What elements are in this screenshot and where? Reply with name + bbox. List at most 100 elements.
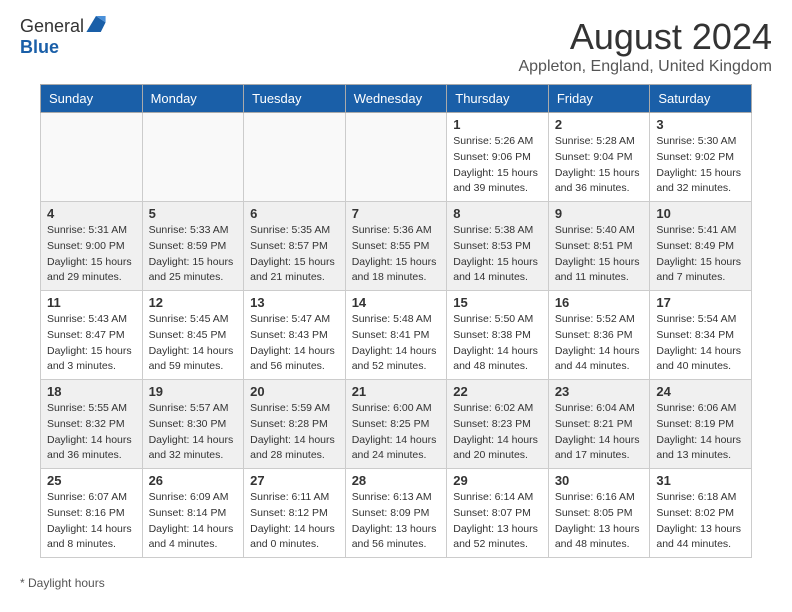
legend-text: * Daylight hours (20, 576, 105, 590)
page-header: General Blue August 2024 Appleton, Engla… (0, 0, 792, 84)
table-row: 30 Sunrise: 6:16 AM Sunset: 8:05 PM Dayli… (548, 469, 650, 558)
day-number: 26 (149, 473, 238, 488)
table-row: 23 Sunrise: 6:04 AM Sunset: 8:21 PM Dayli… (548, 380, 650, 469)
day-info: Sunrise: 5:36 AM Sunset: 8:55 PM Dayligh… (352, 223, 441, 286)
title-block: August 2024 Appleton, England, United Ki… (518, 16, 772, 76)
header-row: Sunday Monday Tuesday Wednesday Thursday… (41, 85, 752, 113)
day-number: 30 (555, 473, 644, 488)
table-row: 6 Sunrise: 5:35 AM Sunset: 8:57 PM Daylig… (244, 202, 346, 291)
day-number: 4 (47, 206, 136, 221)
day-number: 23 (555, 384, 644, 399)
day-number: 11 (47, 295, 136, 310)
day-info: Sunrise: 6:09 AM Sunset: 8:14 PM Dayligh… (149, 490, 238, 553)
table-row: 29 Sunrise: 6:14 AM Sunset: 8:07 PM Dayli… (447, 469, 549, 558)
day-info: Sunrise: 6:04 AM Sunset: 8:21 PM Dayligh… (555, 401, 644, 464)
table-row: 3Sunrise: 5:30 AM Sunset: 9:02 PM Daylig… (650, 113, 752, 202)
table-row: 5Sunrise: 5:33 AM Sunset: 8:59 PM Daylig… (142, 202, 244, 291)
day-number: 27 (250, 473, 339, 488)
col-saturday: Saturday (650, 85, 752, 113)
table-row: 22 Sunrise: 6:02 AM Sunset: 8:23 PM Dayli… (447, 380, 549, 469)
day-number: 20 (250, 384, 339, 399)
day-info: Sunrise: 6:16 AM Sunset: 8:05 PM Dayligh… (555, 490, 644, 553)
col-tuesday: Tuesday (244, 85, 346, 113)
table-row: 27Sunrise: 6:11 AM Sunset: 8:12 PM Dayli… (244, 469, 346, 558)
table-row: 19 Sunrise: 5:57 AM Sunset: 8:30 PM Dayli… (142, 380, 244, 469)
day-info: Sunrise: 5:31 AM Sunset: 9:00 PM Dayligh… (47, 223, 136, 286)
day-number: 18 (47, 384, 136, 399)
calendar-row: 11 Sunrise: 5:43 AM Sunset: 8:47 PM Dayli… (41, 291, 752, 380)
table-row: 26 Sunrise: 6:09 AM Sunset: 8:14 PM Dayli… (142, 469, 244, 558)
day-number: 12 (149, 295, 238, 310)
day-info: Sunrise: 6:07 AM Sunset: 8:16 PM Dayligh… (47, 490, 136, 553)
day-number: 2 (555, 117, 644, 132)
day-info: Sunrise: 5:41 AM Sunset: 8:49 PM Dayligh… (656, 223, 745, 286)
day-info: Sunrise: 5:54 AM Sunset: 8:34 PM Dayligh… (656, 312, 745, 375)
day-info: Sunrise: 5:33 AM Sunset: 8:59 PM Dayligh… (149, 223, 238, 286)
table-row: 28Sunrise: 6:13 AM Sunset: 8:09 PM Dayli… (345, 469, 447, 558)
table-row: 1 Sunrise: 5:26 AM Sunset: 9:06 PM Daylig… (447, 113, 549, 202)
day-info: Sunrise: 6:02 AM Sunset: 8:23 PM Dayligh… (453, 401, 542, 464)
logo-icon (86, 16, 106, 32)
day-info: Sunrise: 5:57 AM Sunset: 8:30 PM Dayligh… (149, 401, 238, 464)
table-row: 14Sunrise: 5:48 AM Sunset: 8:41 PM Dayli… (345, 291, 447, 380)
location: Appleton, England, United Kingdom (518, 58, 772, 76)
day-number: 31 (656, 473, 745, 488)
day-number: 24 (656, 384, 745, 399)
logo-general-text: General (20, 16, 84, 37)
table-row: 15Sunrise: 5:50 AM Sunset: 8:38 PM Dayli… (447, 291, 549, 380)
day-number: 9 (555, 206, 644, 221)
table-row: 20Sunrise: 5:59 AM Sunset: 8:28 PM Dayli… (244, 380, 346, 469)
day-info: Sunrise: 5:35 AM Sunset: 8:57 PM Dayligh… (250, 223, 339, 286)
day-info: Sunrise: 5:26 AM Sunset: 9:06 PM Dayligh… (453, 134, 542, 197)
calendar-body: 1 Sunrise: 5:26 AM Sunset: 9:06 PM Daylig… (41, 113, 752, 558)
day-number: 25 (47, 473, 136, 488)
legend: * Daylight hours (0, 568, 792, 598)
day-info: Sunrise: 5:40 AM Sunset: 8:51 PM Dayligh… (555, 223, 644, 286)
table-row: 8Sunrise: 5:38 AM Sunset: 8:53 PM Daylig… (447, 202, 549, 291)
day-info: Sunrise: 6:06 AM Sunset: 8:19 PM Dayligh… (656, 401, 745, 464)
day-number: 7 (352, 206, 441, 221)
calendar-row: 4 Sunrise: 5:31 AM Sunset: 9:00 PM Daylig… (41, 202, 752, 291)
table-row: 25 Sunrise: 6:07 AM Sunset: 8:16 PM Dayli… (41, 469, 143, 558)
day-info: Sunrise: 5:52 AM Sunset: 8:36 PM Dayligh… (555, 312, 644, 375)
table-row: 13 Sunrise: 5:47 AM Sunset: 8:43 PM Dayli… (244, 291, 346, 380)
table-row: 4 Sunrise: 5:31 AM Sunset: 9:00 PM Daylig… (41, 202, 143, 291)
day-number: 15 (453, 295, 542, 310)
col-thursday: Thursday (447, 85, 549, 113)
calendar-row: 1 Sunrise: 5:26 AM Sunset: 9:06 PM Daylig… (41, 113, 752, 202)
calendar-wrap: Sunday Monday Tuesday Wednesday Thursday… (0, 84, 792, 568)
table-row: 7 Sunrise: 5:36 AM Sunset: 8:55 PM Daylig… (345, 202, 447, 291)
col-monday: Monday (142, 85, 244, 113)
day-info: Sunrise: 5:45 AM Sunset: 8:45 PM Dayligh… (149, 312, 238, 375)
day-number: 16 (555, 295, 644, 310)
day-number: 21 (352, 384, 441, 399)
calendar-row: 25 Sunrise: 6:07 AM Sunset: 8:16 PM Dayli… (41, 469, 752, 558)
day-number: 10 (656, 206, 745, 221)
table-row: 12 Sunrise: 5:45 AM Sunset: 8:45 PM Dayli… (142, 291, 244, 380)
day-number: 8 (453, 206, 542, 221)
day-number: 6 (250, 206, 339, 221)
day-number: 17 (656, 295, 745, 310)
day-info: Sunrise: 6:14 AM Sunset: 8:07 PM Dayligh… (453, 490, 542, 553)
day-number: 13 (250, 295, 339, 310)
table-row (244, 113, 346, 202)
col-friday: Friday (548, 85, 650, 113)
table-row: 11 Sunrise: 5:43 AM Sunset: 8:47 PM Dayli… (41, 291, 143, 380)
day-info: Sunrise: 6:18 AM Sunset: 8:02 PM Dayligh… (656, 490, 745, 553)
day-info: Sunrise: 5:28 AM Sunset: 9:04 PM Dayligh… (555, 134, 644, 197)
day-number: 1 (453, 117, 542, 132)
table-row: 9 Sunrise: 5:40 AM Sunset: 8:51 PM Daylig… (548, 202, 650, 291)
day-number: 19 (149, 384, 238, 399)
day-number: 29 (453, 473, 542, 488)
table-row: 18Sunrise: 5:55 AM Sunset: 8:32 PM Dayli… (41, 380, 143, 469)
day-info: Sunrise: 5:43 AM Sunset: 8:47 PM Dayligh… (47, 312, 136, 375)
table-row: 24 Sunrise: 6:06 AM Sunset: 8:19 PM Dayli… (650, 380, 752, 469)
day-info: Sunrise: 5:48 AM Sunset: 8:41 PM Dayligh… (352, 312, 441, 375)
day-info: Sunrise: 5:47 AM Sunset: 8:43 PM Dayligh… (250, 312, 339, 375)
table-row (41, 113, 143, 202)
table-row (345, 113, 447, 202)
calendar-table: Sunday Monday Tuesday Wednesday Thursday… (40, 84, 752, 558)
day-number: 3 (656, 117, 745, 132)
logo-blue-text: Blue (20, 37, 59, 57)
day-number: 22 (453, 384, 542, 399)
